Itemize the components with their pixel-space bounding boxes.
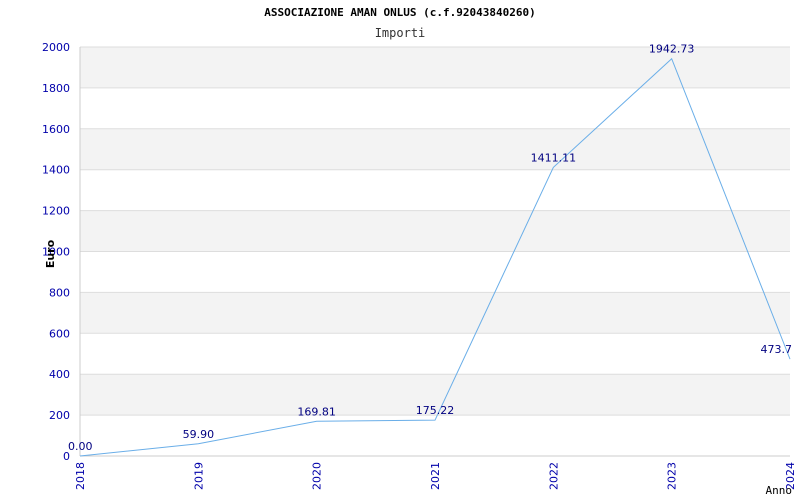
data-label: 59.90 — [183, 428, 215, 441]
x-tick-labels: 2018 2019 2020 2021 2022 2023 2024 — [74, 462, 797, 490]
y-tick-label: 1600 — [42, 123, 70, 136]
data-label: 1942.73 — [649, 43, 695, 56]
y-tick-label: 2000 — [42, 41, 70, 54]
x-tick-label: 2022 — [547, 462, 560, 490]
x-tick-label: 2018 — [74, 462, 87, 490]
y-tick-label: 200 — [49, 409, 70, 422]
y-axis-label: Euro — [44, 239, 57, 268]
x-tick-label: 2021 — [429, 462, 442, 490]
line-chart: 0200400600800100012001400160018002000 20… — [42, 41, 797, 497]
x-tick-label: 2020 — [311, 462, 324, 490]
x-axis-label: Anno — [766, 484, 793, 497]
data-label: 175.22 — [416, 404, 455, 417]
y-tick-label: 400 — [49, 368, 70, 381]
y-tick-label: 800 — [49, 286, 70, 299]
data-label: 1411.11 — [531, 151, 577, 164]
plot-band — [80, 128, 790, 170]
plot-band — [80, 210, 790, 252]
x-tick-label: 2019 — [192, 462, 205, 490]
x-tick-label: 2023 — [666, 462, 679, 490]
data-label: 0.00 — [68, 440, 93, 453]
y-tick-label: 1400 — [42, 164, 70, 177]
y-tick-label: 1800 — [42, 82, 70, 95]
data-label: 169.81 — [297, 405, 336, 418]
plot-band — [80, 292, 790, 334]
data-label: 473.7 — [761, 343, 793, 356]
y-tick-label: 600 — [49, 327, 70, 340]
plot-bands — [80, 47, 790, 416]
y-tick-label: 1200 — [42, 205, 70, 218]
